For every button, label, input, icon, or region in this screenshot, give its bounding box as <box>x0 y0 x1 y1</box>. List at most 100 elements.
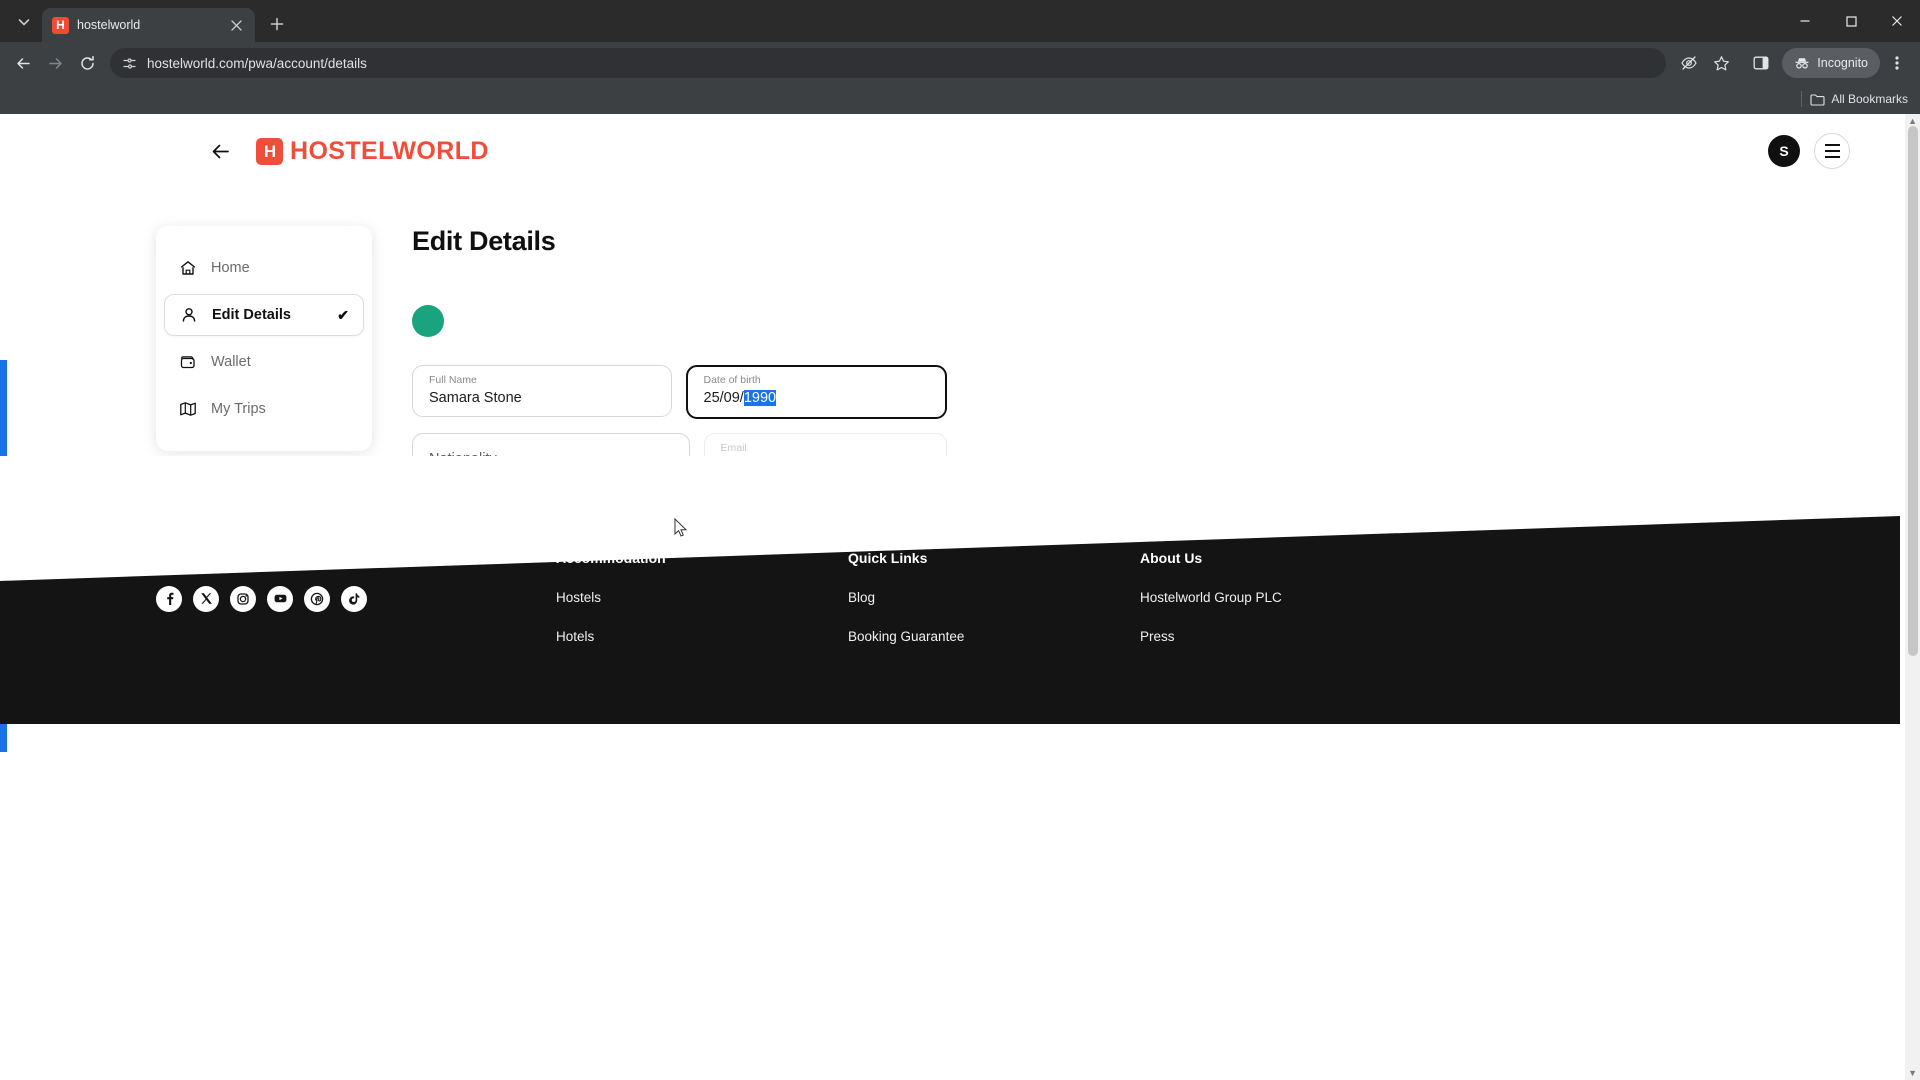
details-form: Full Name Samara Stone Date of birth 25/… <box>412 365 947 523</box>
footer-link[interactable]: Hostelworld Group PLC <box>1140 590 1432 605</box>
nationality-value: Nationality <box>429 451 497 467</box>
window-close-icon[interactable] <box>1874 0 1920 42</box>
account-sidebar: Home Edit Details ✔ Wallet My Trips <box>156 226 372 451</box>
sidebar-item-label: My Trips <box>211 401 266 417</box>
sidebar-item-home[interactable]: Home <box>164 247 364 289</box>
page-scrollbar[interactable]: ▲ ▼ <box>1905 114 1920 1080</box>
tab-search-icon[interactable] <box>10 8 38 36</box>
dob-selected-year: 1990 <box>743 390 777 406</box>
footer-columns: Follow us on Accommodation Hostels Hotel… <box>0 550 1900 644</box>
sidebar-item-label: Home <box>211 260 250 276</box>
profile-photo-placeholder[interactable] <box>412 305 444 337</box>
instagram-icon[interactable] <box>230 585 256 612</box>
logo-mark-letter: H <box>263 141 276 161</box>
browser-tab[interactable]: H hostelworld <box>42 8 255 42</box>
footer-link[interactable]: Hostels <box>556 590 848 605</box>
home-icon <box>178 259 197 278</box>
full-name-field[interactable]: Full Name Samara Stone <box>412 365 672 417</box>
incognito-label: Incognito <box>1817 56 1868 70</box>
all-bookmarks-button[interactable]: All Bookmarks <box>1810 92 1908 106</box>
wallet-icon <box>178 353 197 372</box>
email-value: ca5be157@moodjoy.com <box>720 458 885 474</box>
avatar-initial: S <box>1779 143 1789 159</box>
sidebar-item-label: Edit Details <box>212 307 291 323</box>
x-twitter-icon[interactable] <box>193 585 219 612</box>
close-icon[interactable] <box>227 16 245 34</box>
scroll-down-arrow-icon[interactable]: ▼ <box>1908 1068 1917 1078</box>
browser-window: H hostelworld hostelworld.com/pwa/accoun… <box>0 0 1920 1080</box>
logo-wordmark: HOSTELWORLD <box>290 136 489 165</box>
map-icon <box>178 400 197 419</box>
reload-icon[interactable] <box>72 48 102 78</box>
minimize-icon[interactable] <box>1782 0 1828 42</box>
follow-us-heading: Follow us on <box>156 549 242 566</box>
tiktok-icon[interactable] <box>341 585 367 612</box>
footer-social-column: Follow us on <box>156 550 556 644</box>
full-name-value: Samara Stone <box>429 390 522 406</box>
site-header: H HOSTELWORLD S <box>0 114 1900 188</box>
sidebar-item-label: Wallet <box>211 354 251 370</box>
scrollbar-thumb[interactable] <box>1908 126 1918 656</box>
hostelworld-page: H HOSTELWORLD S Home Edit Details ✔ Wall… <box>0 114 1900 724</box>
footer-link[interactable]: Blog <box>848 590 1140 605</box>
tab-title: hostelworld <box>77 18 141 32</box>
footer-column-quick-links: Quick Links Blog Booking Guarantee <box>848 550 1140 644</box>
window-controls <box>1782 0 1920 42</box>
user-icon <box>179 306 198 325</box>
favicon-letter: H <box>56 18 65 32</box>
full-name-label: Full Name <box>429 374 477 386</box>
sidebar-item-wallet[interactable]: Wallet <box>164 341 364 383</box>
scroll-up-arrow-icon[interactable]: ▲ <box>1908 116 1917 126</box>
avatar[interactable]: S <box>1768 135 1800 167</box>
new-tab-icon[interactable] <box>263 10 291 38</box>
dob-prefix: 25/09/ <box>703 390 744 406</box>
facebook-icon[interactable] <box>156 585 182 612</box>
social-icon-row <box>156 585 556 612</box>
page-title: Edit Details <box>412 226 556 256</box>
toolbar-actions: Incognito <box>1674 48 1912 78</box>
footer-link[interactable]: Booking Guarantee <box>848 629 1140 644</box>
maximize-icon[interactable] <box>1828 0 1874 42</box>
check-icon: ✔ <box>337 306 349 323</box>
nationality-select[interactable]: Nationality <box>412 433 690 485</box>
page-back-arrow-icon[interactable] <box>208 139 232 163</box>
incognito-icon <box>1794 55 1810 71</box>
eye-slash-icon[interactable] <box>1674 48 1704 78</box>
logo-mark-icon: H <box>256 137 283 165</box>
hostelworld-favicon: H <box>52 16 69 34</box>
form-row-1: Full Name Samara Stone Date of birth 25/… <box>412 365 947 419</box>
back-arrow-icon[interactable] <box>8 48 38 78</box>
forward-arrow-icon[interactable] <box>40 48 70 78</box>
tab-strip: H hostelworld <box>0 0 1920 42</box>
side-panel-icon[interactable] <box>1746 48 1776 78</box>
footer-link[interactable]: Hotels <box>556 629 848 644</box>
pinterest-icon[interactable] <box>304 585 330 612</box>
address-bar[interactable]: hostelworld.com/pwa/account/details <box>110 48 1667 78</box>
address-bar-url: hostelworld.com/pwa/account/details <box>147 55 367 71</box>
header-actions: S <box>1768 133 1850 169</box>
mouse-cursor <box>674 518 688 537</box>
incognito-indicator[interactable]: Incognito <box>1782 48 1880 78</box>
footer-column-heading: Accommodation <box>556 549 666 566</box>
chevron-down-icon <box>662 455 673 463</box>
page-info-icon[interactable] <box>122 56 137 71</box>
three-dots-icon[interactable] <box>1882 48 1912 78</box>
site-footer: Follow us on Accommodation Hostels Hotel… <box>0 506 1900 724</box>
date-of-birth-value: 25/09/1990 <box>704 387 930 409</box>
star-icon[interactable] <box>1706 48 1736 78</box>
all-bookmarks-label: All Bookmarks <box>1831 92 1908 106</box>
sidebar-item-edit-details[interactable]: Edit Details ✔ <box>164 294 364 336</box>
sidebar-item-my-trips[interactable]: My Trips <box>164 388 364 430</box>
footer-column-accommodation: Accommodation Hostels Hotels <box>556 550 848 644</box>
youtube-icon[interactable] <box>267 585 293 612</box>
browser-toolbar: hostelworld.com/pwa/account/details Inco… <box>0 42 1920 84</box>
date-of-birth-field[interactable]: Date of birth 25/09/1990 <box>685 365 947 419</box>
folder-icon <box>1810 93 1825 106</box>
hostelworld-logo[interactable]: H HOSTELWORLD <box>256 137 489 166</box>
footer-column-heading: About Us <box>1140 549 1203 566</box>
footer-column-about-us: About Us Hostelworld Group PLC Press <box>1140 550 1432 644</box>
bookmarks-bar: All Bookmarks <box>0 84 1920 114</box>
divider <box>1801 91 1803 107</box>
footer-link[interactable]: Press <box>1140 629 1432 644</box>
hamburger-menu-icon[interactable] <box>1814 133 1850 169</box>
